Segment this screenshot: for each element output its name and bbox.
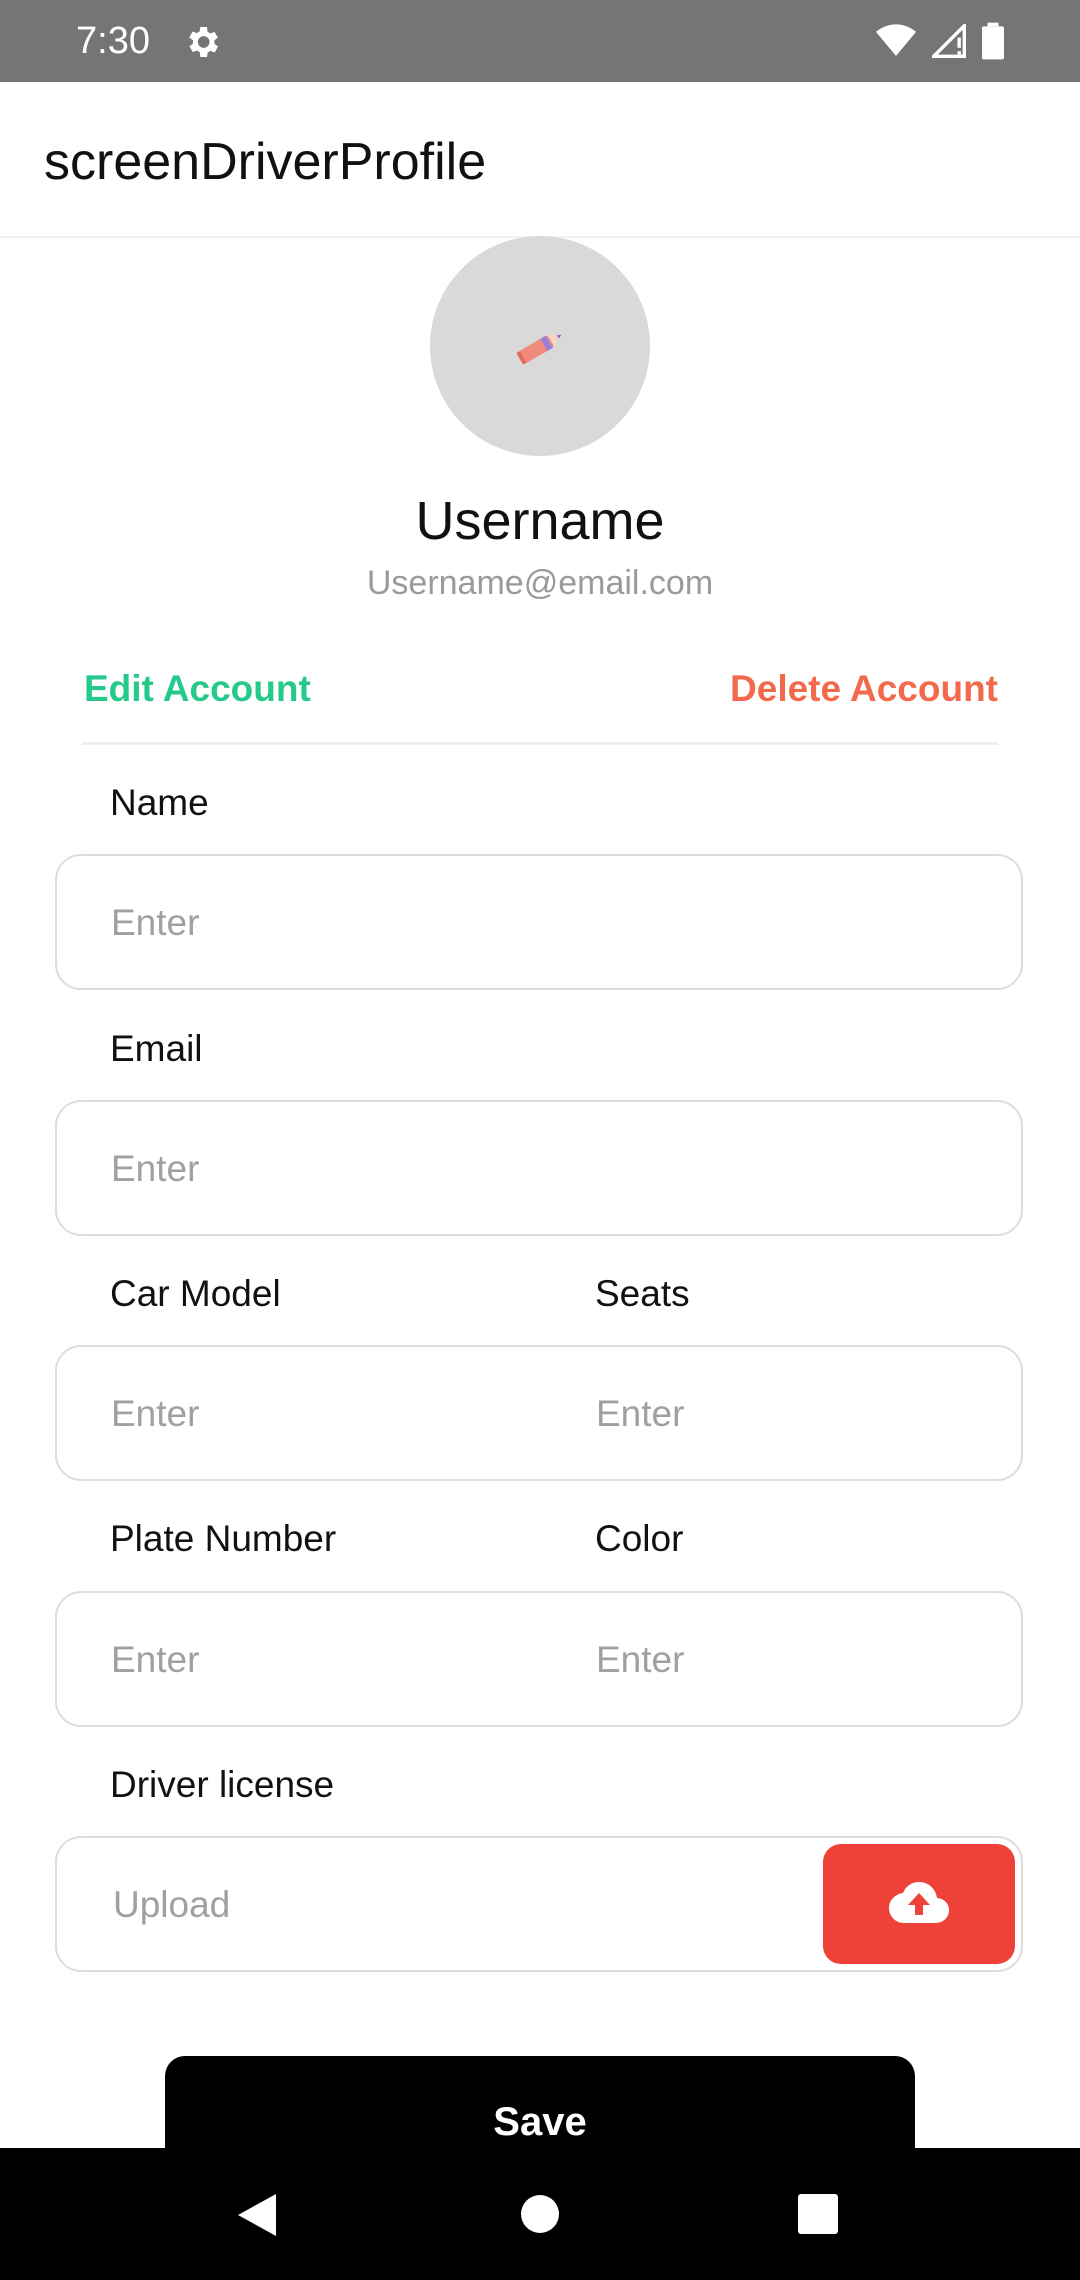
gear-icon <box>182 22 222 62</box>
cell-signal-icon <box>932 24 966 58</box>
status-time: 7:30 <box>76 20 150 62</box>
car-seats-row: Enter Enter <box>55 1345 1023 1481</box>
name-placeholder: Enter <box>111 902 200 943</box>
profile-email: Username@email.com <box>366 564 714 602</box>
cloud-upload-icon <box>889 1880 949 1929</box>
plate-number-field[interactable]: Enter <box>111 1639 199 1681</box>
edit-account-link[interactable]: Edit Account <box>84 668 311 710</box>
email-field[interactable]: Enter <box>55 1100 1023 1236</box>
profile-username: Username <box>415 491 665 551</box>
plate-number-label: Plate Number <box>110 1518 337 1559</box>
divider <box>82 742 998 745</box>
email-placeholder: Enter <box>111 1148 200 1189</box>
car-model-label: Car Model <box>110 1273 281 1314</box>
pencil-icon <box>508 314 572 378</box>
status-bar: 7:30 <box>0 0 1080 82</box>
status-icons <box>876 22 1004 60</box>
name-label: Name <box>110 782 209 823</box>
delete-account-link[interactable]: Delete Account <box>730 668 998 710</box>
recents-square-icon[interactable] <box>798 2194 838 2239</box>
home-circle-icon[interactable] <box>520 2194 560 2239</box>
avatar[interactable] <box>430 236 650 456</box>
app-bar: screenDriverProfile <box>0 82 1080 238</box>
seats-field[interactable]: Enter <box>596 1393 684 1435</box>
system-nav-bar <box>0 2148 1080 2280</box>
color-field[interactable]: Enter <box>596 1639 684 1681</box>
wifi-icon <box>876 24 916 58</box>
seats-label: Seats <box>595 1273 690 1314</box>
driver-license-field[interactable]: Upload <box>55 1836 1023 1972</box>
car-model-field[interactable]: Enter <box>111 1393 199 1435</box>
back-triangle-icon[interactable] <box>236 2192 280 2243</box>
driver-license-label: Driver license <box>110 1764 335 1805</box>
name-field[interactable]: Enter <box>55 854 1023 990</box>
email-label: Email <box>110 1028 203 1069</box>
battery-icon <box>982 22 1004 60</box>
driver-license-placeholder: Upload <box>113 1884 231 1925</box>
color-label: Color <box>595 1518 684 1559</box>
page-title: screenDriverProfile <box>44 133 487 191</box>
upload-button[interactable] <box>823 1844 1015 1964</box>
plate-color-row: Enter Enter <box>55 1591 1023 1727</box>
